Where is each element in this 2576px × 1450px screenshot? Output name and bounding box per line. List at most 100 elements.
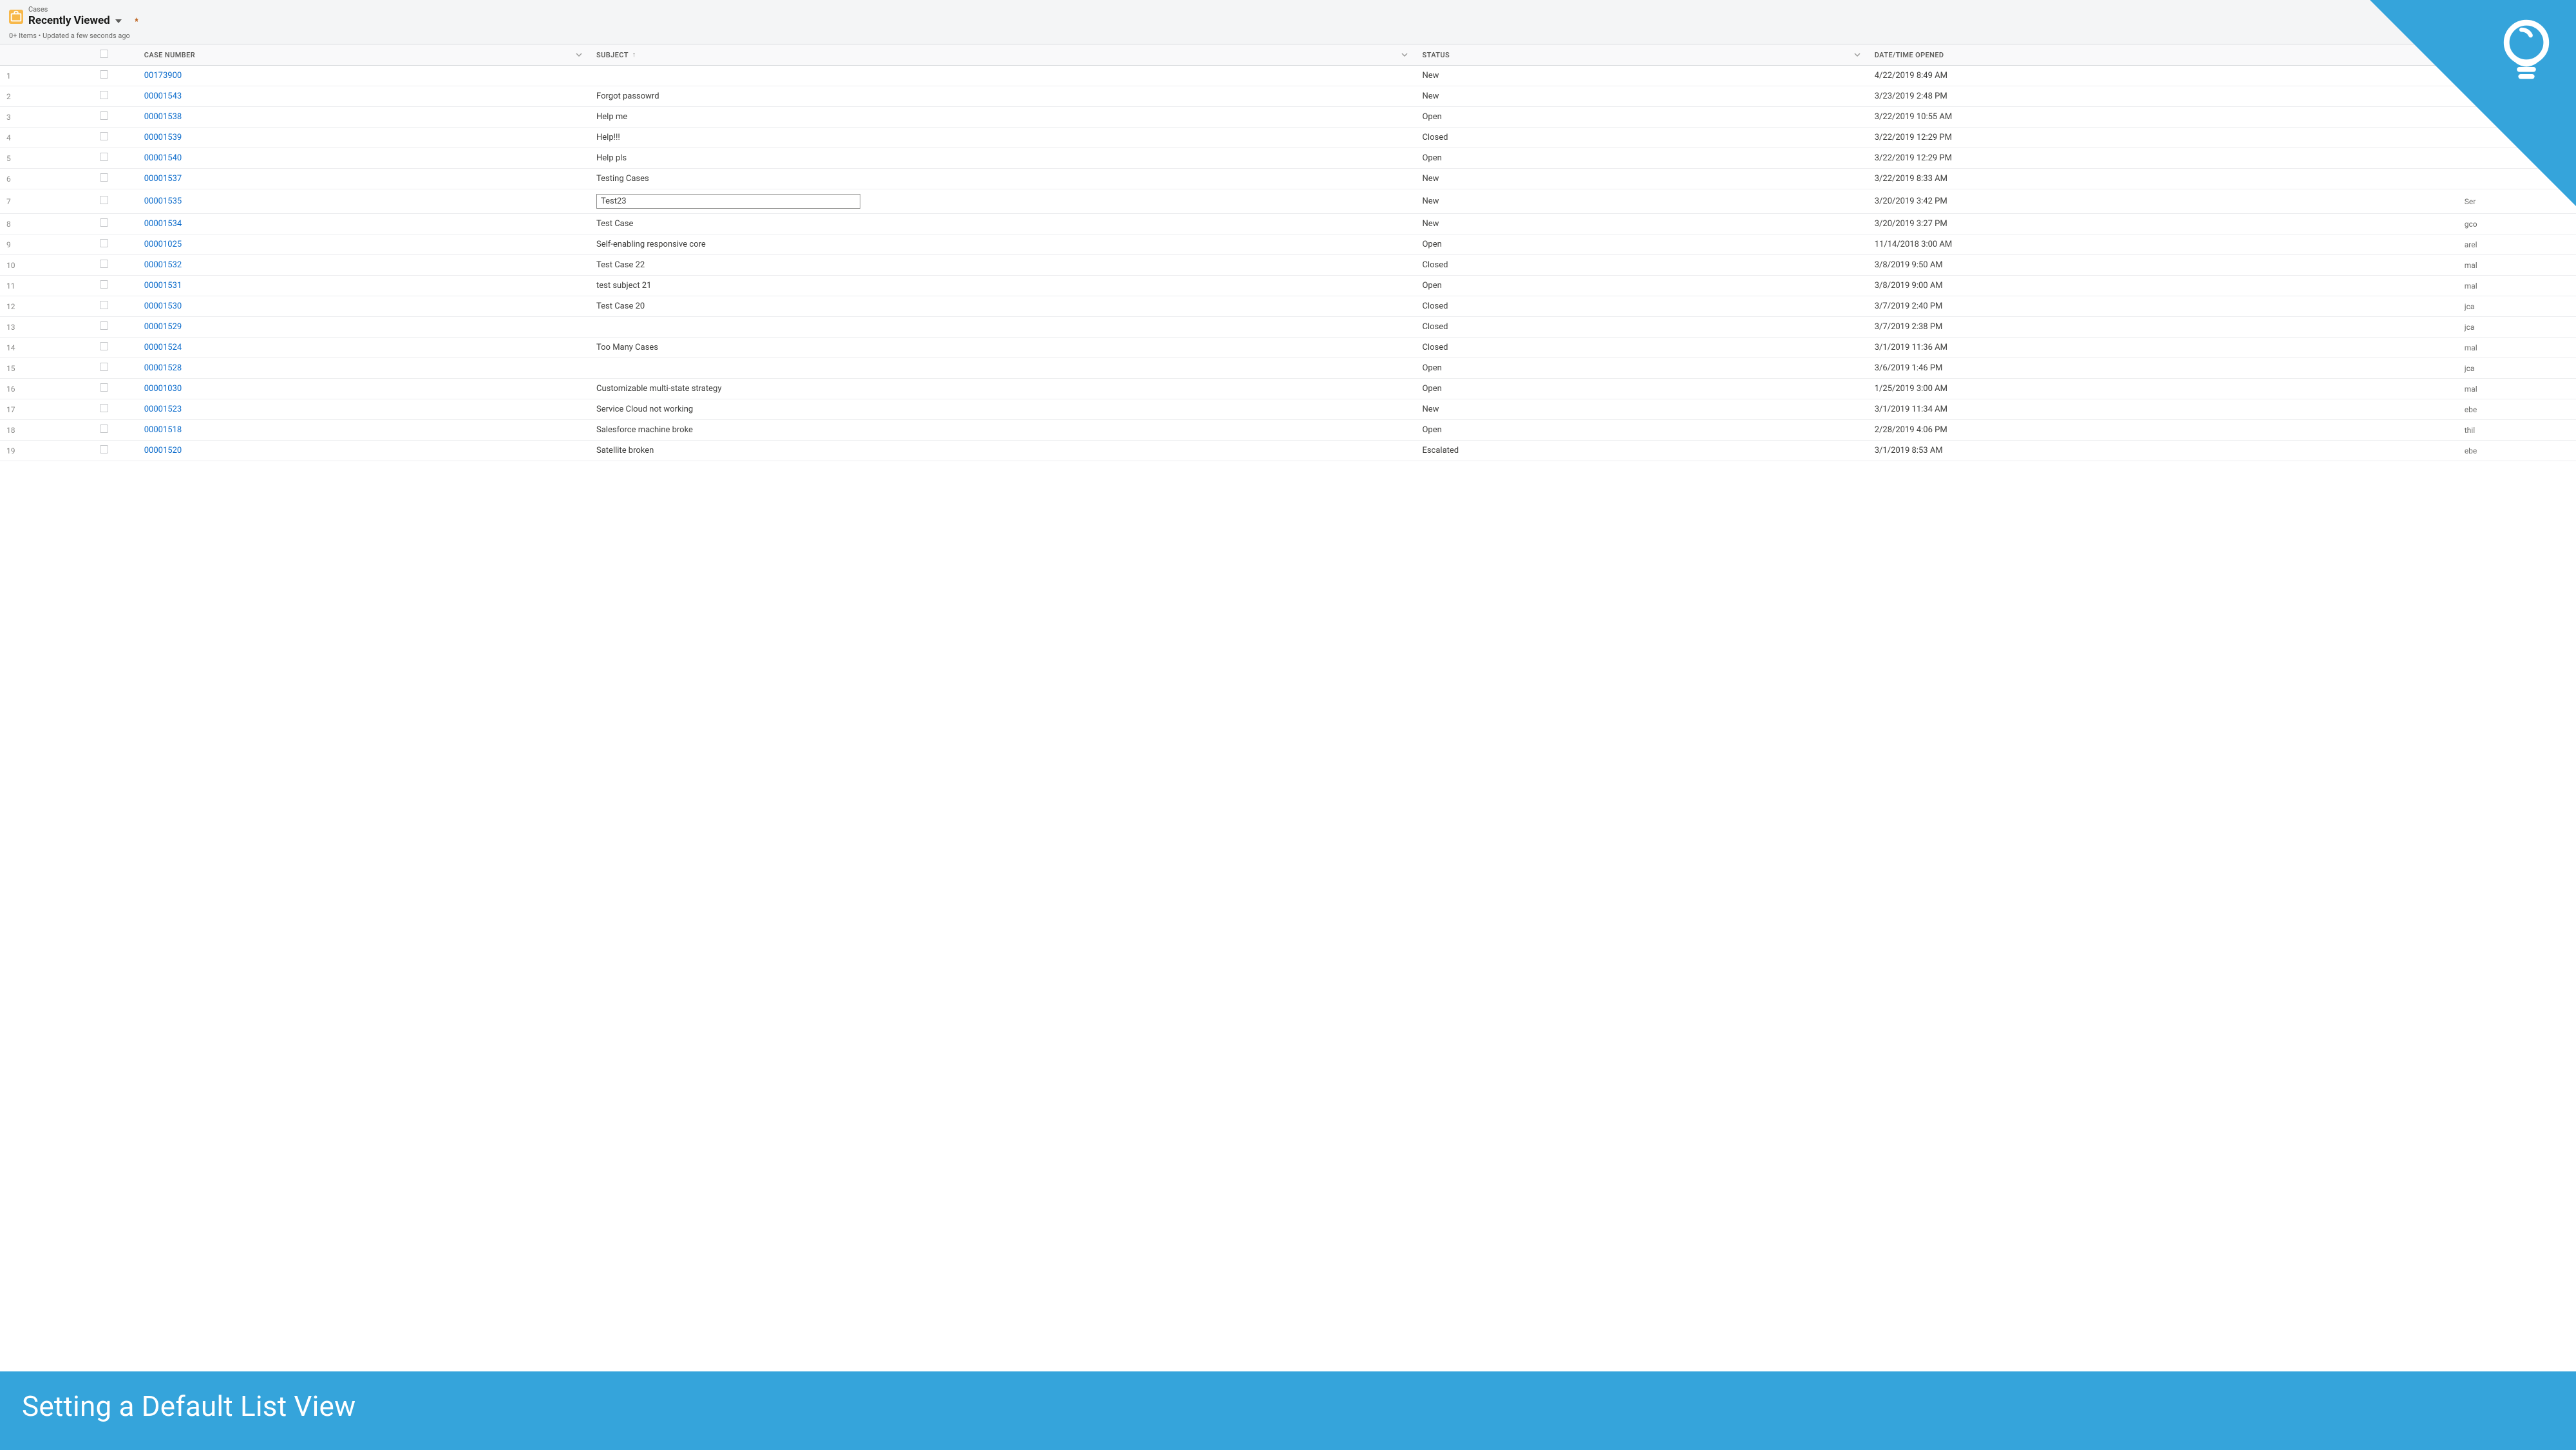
case-number-link[interactable]: 00001528 [144, 363, 182, 373]
pin-list-view-button[interactable] [129, 14, 144, 28]
case-number-link[interactable]: 00001030 [144, 384, 182, 394]
row-checkbox[interactable] [100, 91, 108, 99]
row-checkbox-cell[interactable] [71, 317, 138, 338]
status-cell[interactable]: New [1416, 169, 1868, 189]
case-number-link[interactable]: 00001518 [144, 425, 182, 435]
row-checkbox-cell[interactable] [71, 214, 138, 234]
status-cell[interactable]: New [1416, 86, 1868, 107]
status-cell[interactable]: Closed [1416, 255, 1868, 276]
subject-cell[interactable]: Salesforce machine broke [590, 420, 1416, 441]
row-checkbox[interactable] [100, 321, 108, 330]
row-checkbox-cell[interactable] [71, 338, 138, 358]
col-menu-status[interactable] [1853, 50, 1862, 59]
list-view-name[interactable]: Recently Viewed [28, 14, 110, 27]
status-cell[interactable]: New [1416, 66, 1868, 86]
status-cell[interactable]: Open [1416, 234, 1868, 255]
row-checkbox-cell[interactable] [71, 148, 138, 169]
subject-cell[interactable]: Self-enabling responsive core [590, 234, 1416, 255]
status-cell[interactable]: Open [1416, 148, 1868, 169]
row-checkbox[interactable] [100, 218, 108, 227]
row-checkbox-cell[interactable] [71, 399, 138, 420]
row-checkbox-cell[interactable] [71, 255, 138, 276]
col-header-subject[interactable]: SUBJECT ↑ [590, 44, 1416, 66]
row-checkbox-cell[interactable] [71, 169, 138, 189]
subject-cell[interactable]: Satellite broken [590, 441, 1416, 461]
row-checkbox[interactable] [100, 342, 108, 350]
row-checkbox[interactable] [100, 404, 108, 412]
case-number-link[interactable]: 00001543 [144, 91, 182, 101]
row-checkbox-cell[interactable] [71, 234, 138, 255]
subject-cell[interactable]: Test Case [590, 214, 1416, 234]
row-checkbox[interactable] [100, 383, 108, 392]
row-checkbox[interactable] [100, 425, 108, 433]
row-checkbox[interactable] [100, 111, 108, 120]
row-checkbox-cell[interactable] [71, 358, 138, 379]
col-header-owner[interactable] [2458, 44, 2576, 66]
row-checkbox[interactable] [100, 196, 108, 204]
col-header-select-all[interactable] [71, 44, 138, 66]
subject-cell[interactable]: Help!!! [590, 128, 1416, 148]
status-cell[interactable]: Open [1416, 379, 1868, 399]
row-checkbox[interactable] [100, 239, 108, 247]
case-number-link[interactable]: 00001531 [144, 281, 182, 291]
col-header-status[interactable]: STATUS [1416, 44, 1868, 66]
case-number-link[interactable]: 00001537 [144, 174, 182, 184]
case-number-link[interactable]: 00001538 [144, 112, 182, 122]
row-checkbox[interactable] [100, 153, 108, 161]
row-checkbox[interactable] [100, 132, 108, 140]
subject-cell[interactable] [590, 358, 1416, 379]
case-number-link[interactable]: 00001532 [144, 260, 182, 270]
subject-cell[interactable]: Test Case 20 [590, 296, 1416, 317]
row-checkbox[interactable] [100, 280, 108, 289]
row-checkbox[interactable] [100, 363, 108, 371]
row-checkbox-cell[interactable] [71, 128, 138, 148]
case-number-link[interactable]: 00001539 [144, 133, 182, 142]
select-all-checkbox[interactable] [100, 50, 108, 58]
status-cell[interactable]: New [1416, 189, 1868, 214]
subject-cell[interactable] [590, 317, 1416, 338]
subject-cell[interactable]: Help pls [590, 148, 1416, 169]
subject-cell[interactable]: Service Cloud not working [590, 399, 1416, 420]
subject-cell[interactable]: Test23 [590, 189, 1416, 214]
row-checkbox[interactable] [100, 70, 108, 79]
case-number-link[interactable]: 00001534 [144, 219, 182, 229]
case-number-link[interactable]: 00001523 [144, 405, 182, 414]
row-checkbox-cell[interactable] [71, 66, 138, 86]
row-checkbox[interactable] [100, 445, 108, 453]
row-checkbox[interactable] [100, 260, 108, 268]
case-number-link[interactable]: 00173900 [144, 71, 182, 81]
status-cell[interactable]: Closed [1416, 338, 1868, 358]
row-checkbox-cell[interactable] [71, 107, 138, 128]
status-cell[interactable]: Closed [1416, 296, 1868, 317]
status-cell[interactable]: Open [1416, 420, 1868, 441]
status-cell[interactable]: Open [1416, 276, 1868, 296]
subject-cell[interactable]: Help me [590, 107, 1416, 128]
status-cell[interactable]: New [1416, 214, 1868, 234]
case-number-link[interactable]: 00001540 [144, 153, 182, 163]
row-checkbox-cell[interactable] [71, 441, 138, 461]
col-header-date-opened[interactable]: DATE/TIME OPENED [1868, 44, 2458, 66]
case-number-link[interactable]: 00001535 [144, 196, 182, 206]
subject-cell[interactable]: Too Many Cases [590, 338, 1416, 358]
status-cell[interactable]: Closed [1416, 317, 1868, 338]
row-checkbox-cell[interactable] [71, 420, 138, 441]
row-checkbox[interactable] [100, 301, 108, 309]
col-menu-subject[interactable] [1400, 50, 1409, 59]
status-cell[interactable]: Closed [1416, 128, 1868, 148]
status-cell[interactable]: Escalated [1416, 441, 1868, 461]
list-view-picker-caret-icon[interactable] [115, 19, 122, 23]
col-menu-case-number[interactable] [574, 50, 583, 59]
row-checkbox-cell[interactable] [71, 189, 138, 214]
subject-cell[interactable]: Testing Cases [590, 169, 1416, 189]
status-cell[interactable]: Open [1416, 107, 1868, 128]
col-menu-date-opened[interactable] [2443, 50, 2452, 59]
case-number-link[interactable]: 00001530 [144, 301, 182, 311]
case-number-link[interactable]: 00001025 [144, 240, 182, 249]
row-checkbox-cell[interactable] [71, 296, 138, 317]
row-checkbox[interactable] [100, 173, 108, 182]
case-number-link[interactable]: 00001524 [144, 343, 182, 352]
subject-cell[interactable]: Forgot passowrd [590, 86, 1416, 107]
subject-cell[interactable]: test subject 21 [590, 276, 1416, 296]
row-checkbox-cell[interactable] [71, 86, 138, 107]
subject-cell[interactable]: Customizable multi-state strategy [590, 379, 1416, 399]
